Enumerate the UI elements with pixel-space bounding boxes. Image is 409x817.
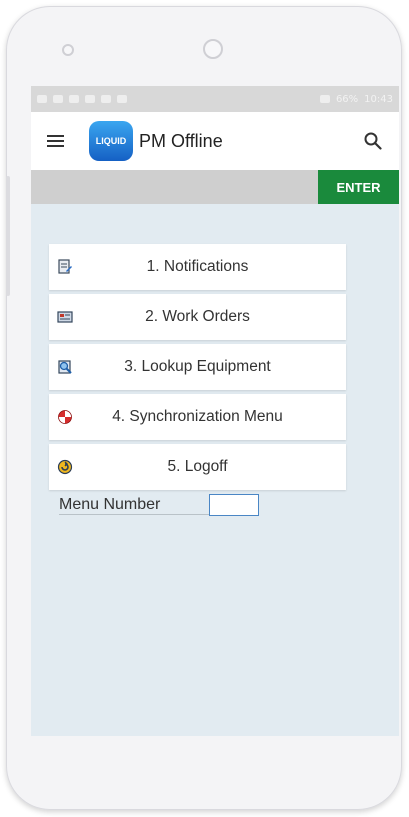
status-icon <box>101 95 111 103</box>
notification-icon <box>58 259 72 274</box>
status-icon <box>69 95 79 103</box>
status-icon <box>85 95 95 103</box>
menu-item-synchronization[interactable]: 4. Synchronization Menu <box>49 394 346 440</box>
notification-icons <box>37 95 127 103</box>
menu-item-label: 4. Synchronization Menu <box>112 408 283 425</box>
hamburger-menu-button[interactable] <box>31 112 79 170</box>
system-icons: 66% 10:43 <box>319 93 393 105</box>
menu-item-label: 5. Logoff <box>167 458 228 475</box>
sensor-icon <box>62 44 74 56</box>
front-camera-icon <box>203 39 223 59</box>
status-icon <box>53 95 63 103</box>
side-button <box>6 176 10 296</box>
battery-level: 66% <box>335 93 359 105</box>
menu-item-label: 3. Lookup Equipment <box>124 358 271 375</box>
app-screen: 66% 10:43 LIQUID PM Offline ENTER 1. Not… <box>31 86 399 736</box>
search-button[interactable] <box>353 112 393 170</box>
menu-number-label: Menu Number <box>59 496 209 515</box>
status-icon <box>117 95 127 103</box>
menu-item-label: 2. Work Orders <box>145 308 250 325</box>
menu-number-input[interactable] <box>209 494 259 516</box>
signal-icon <box>319 95 330 103</box>
logo-text: LIQUID <box>95 136 127 146</box>
menu-item-notifications[interactable]: 1. Notifications <box>49 244 346 290</box>
menu-item-lookup-equipment[interactable]: 3. Lookup Equipment <box>49 344 346 390</box>
menu-number-row: Menu Number <box>59 494 259 516</box>
main-menu: 1. Notifications 2. Work Orders 3. Looku… <box>49 244 346 494</box>
liquid-logo: LIQUID <box>89 121 133 161</box>
status-icon <box>37 95 47 103</box>
synchronization-icon <box>58 410 72 424</box>
lookup-equipment-icon <box>58 360 72 374</box>
action-toolbar: ENTER <box>31 170 399 204</box>
work-orders-icon <box>57 311 73 323</box>
logoff-icon <box>57 459 73 475</box>
enter-button[interactable]: ENTER <box>318 170 399 204</box>
status-bar: 66% 10:43 <box>31 86 399 112</box>
hamburger-icon <box>46 135 64 147</box>
app-bar: LIQUID PM Offline <box>31 112 399 170</box>
menu-item-label: 1. Notifications <box>146 258 249 275</box>
phone-frame: 66% 10:43 LIQUID PM Offline ENTER 1. Not… <box>6 6 402 810</box>
menu-item-work-orders[interactable]: 2. Work Orders <box>49 294 346 340</box>
clock: 10:43 <box>364 93 393 105</box>
menu-item-logoff[interactable]: 5. Logoff <box>49 444 346 490</box>
app-title: PM Offline <box>139 130 223 151</box>
search-icon <box>364 132 382 150</box>
